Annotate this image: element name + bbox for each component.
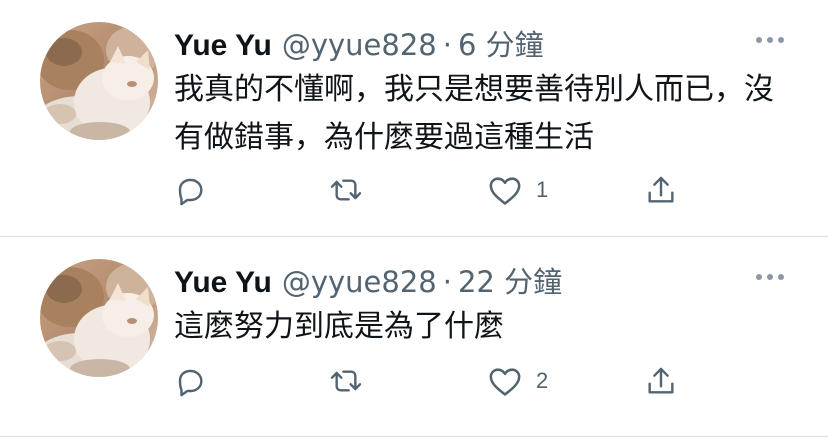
avatar[interactable] [40, 22, 158, 140]
tweet-actions: 2 [174, 361, 694, 401]
heart-icon [489, 368, 521, 396]
tweet-text: 這麼努力到底是為了什麼 [174, 309, 504, 344]
divider [0, 436, 828, 437]
display-name[interactable]: Yue Yu [174, 29, 272, 63]
reply-button[interactable] [174, 361, 206, 401]
user-handle[interactable]: @yyue828 [282, 265, 437, 299]
display-name[interactable]: Yue Yu [174, 266, 272, 300]
like-count: 2 [536, 368, 549, 393]
like-button[interactable]: 1 [488, 170, 548, 210]
share-icon [648, 176, 674, 203]
tweet-actions: 1 [174, 170, 694, 210]
share-icon [648, 367, 674, 394]
timestamp[interactable]: 6 分鐘 [458, 22, 544, 64]
avatar[interactable] [40, 259, 158, 377]
avatar-cat-image [40, 259, 158, 377]
more-icon[interactable] [756, 34, 786, 46]
tweet-header: Yue Yu @yyue828 · 22 分鐘 [174, 259, 562, 299]
timestamp[interactable]: 22 分鐘 [458, 259, 562, 301]
avatar-cat-image [40, 22, 158, 140]
separator-dot: · [442, 28, 452, 62]
share-button[interactable] [646, 170, 676, 210]
user-handle[interactable]: @yyue828 [282, 28, 437, 62]
reply-icon [178, 178, 203, 206]
tweet-header: Yue Yu @yyue828 · 6 分鐘 [174, 22, 544, 62]
retweet-icon [330, 179, 362, 201]
share-button[interactable] [646, 361, 676, 401]
tweet[interactable]: Yue Yu @yyue828 · 22 分鐘 這麼努力到底是為了什麼 2 [0, 237, 828, 437]
retweet-icon [330, 370, 362, 392]
tweet-feed: Yue Yu @yyue828 · 6 分鐘 我真的不懂啊，我只是想要善待別人而… [0, 0, 828, 438]
separator-dot: · [442, 265, 452, 299]
like-count: 1 [536, 177, 549, 202]
retweet-button[interactable] [328, 361, 364, 401]
tweet[interactable]: Yue Yu @yyue828 · 6 分鐘 我真的不懂啊，我只是想要善待別人而… [0, 0, 828, 236]
heart-icon [489, 177, 521, 205]
more-icon[interactable] [756, 271, 786, 283]
reply-icon [178, 369, 203, 397]
tweet-text: 我真的不懂啊，我只是想要善待別人而已，沒有做錯事，為什麼要過這種生活 [174, 72, 774, 155]
reply-button[interactable] [174, 170, 206, 210]
like-button[interactable]: 2 [488, 361, 548, 401]
retweet-button[interactable] [328, 170, 364, 210]
